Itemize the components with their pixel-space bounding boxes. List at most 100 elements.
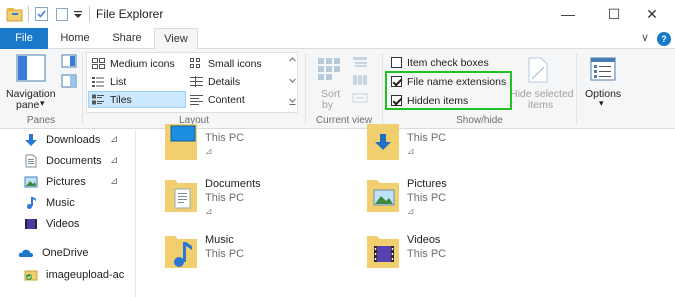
group-separator [82, 53, 83, 125]
layout-medium-icons[interactable]: Medium icons [110, 58, 175, 70]
minimize-button[interactable]: — [545, 0, 591, 28]
tab-share[interactable]: Share [104, 28, 150, 49]
music-note-icon [27, 197, 36, 209]
documents-folder-icon [165, 180, 197, 212]
sidebar-item-pictures[interactable]: Pictures ⊿ [24, 173, 130, 193]
chevron-down-icon: ▾ [40, 98, 45, 108]
folder-tile-desktop[interactable]: This PC ⊿ [163, 116, 353, 164]
file-list: This PC ⊿ This PC ⊿ Documents This PC ⊿ … [137, 124, 675, 297]
download-arrow-icon [25, 134, 37, 146]
group-by-icon[interactable] [352, 56, 368, 68]
videos-folder-icon [367, 236, 399, 268]
synced-folder-icon [24, 270, 38, 281]
options-icon [590, 57, 616, 81]
collapse-ribbon-icon[interactable]: ∨ [638, 28, 652, 49]
sidebar-item-label: Videos [46, 218, 80, 230]
pin-icon: ⊿ [110, 155, 119, 166]
pictures-icon [24, 176, 38, 188]
sidebar-item-documents[interactable]: Documents ⊿ [24, 152, 130, 172]
details-icon [190, 76, 203, 87]
pin-icon: ⊿ [205, 206, 213, 216]
sort-sub-label: by [322, 99, 334, 111]
navigation-pane-label-2: pane [16, 99, 40, 111]
pin-icon: ⊿ [110, 176, 119, 187]
tiles-icon [92, 94, 104, 105]
tab-view[interactable]: View [154, 28, 198, 50]
title-bar: File Explorer — ☐ ✕ [0, 0, 675, 28]
hide-selected-items-icon [528, 57, 548, 83]
sidebar-item-music[interactable]: Music [24, 194, 130, 214]
tile-name: Videos [407, 234, 441, 246]
list-icon [92, 77, 104, 87]
folder-tile-documents[interactable]: Documents This PC ⊿ [163, 176, 353, 224]
tab-home[interactable]: Home [52, 28, 98, 49]
properties-icon[interactable] [34, 5, 50, 23]
layout-scroll-arrows[interactable] [288, 55, 297, 111]
pin-icon: ⊿ [407, 206, 415, 216]
item-check-boxes-checkbox[interactable] [391, 57, 402, 68]
details-pane-icon[interactable] [61, 74, 77, 88]
layout-tiles[interactable]: Tiles [110, 94, 132, 106]
layout-small-icons[interactable]: Small icons [208, 58, 262, 70]
panes-group-label: Panes [26, 115, 56, 126]
close-button[interactable]: ✕ [629, 0, 675, 28]
tile-name: Music [205, 234, 234, 246]
highlight-box [385, 71, 512, 110]
item-check-boxes-label: Item check boxes [407, 57, 489, 69]
folder-tile-videos[interactable]: Videos This PC [365, 232, 555, 280]
add-columns-icon[interactable] [352, 74, 368, 86]
titlebar-separator [28, 6, 29, 22]
sidebar-item-label: Documents [46, 155, 102, 167]
new-folder-icon[interactable] [54, 5, 70, 23]
sidebar-item-label: Downloads [46, 134, 101, 146]
sidebar-item-label: imageupload-ac [46, 269, 125, 281]
music-folder-icon [165, 236, 197, 268]
folder-tile-downloads[interactable]: This PC ⊿ [365, 116, 555, 164]
medium-icons-icon [92, 58, 105, 69]
size-columns-icon[interactable] [352, 92, 368, 104]
sidebar-item-label: OneDrive [42, 247, 89, 259]
tile-location: This PC [407, 248, 447, 260]
navigation-pane: Downloads ⊿ Documents ⊿ Pictures ⊿ Music… [0, 130, 130, 297]
maximize-icon: ☐ [607, 5, 621, 22]
downloads-folder-icon [367, 124, 399, 160]
tile-location: This PC [407, 192, 447, 204]
onedrive-cloud-icon [18, 249, 33, 257]
sidebar-item-videos[interactable]: Videos [24, 215, 130, 235]
tile-location: This PC [407, 132, 447, 144]
document-icon [25, 154, 37, 168]
customize-quick-access-icon[interactable] [72, 5, 84, 23]
minimize-icon: — [561, 6, 575, 22]
folder-tile-music[interactable]: Music This PC [163, 232, 353, 280]
chevron-down-icon: ▾ [599, 98, 604, 108]
tile-location: This PC [205, 248, 245, 260]
tab-file[interactable]: File [0, 28, 48, 49]
layout-list[interactable]: List [110, 76, 126, 88]
layout-content[interactable]: Content [208, 94, 245, 106]
pictures-folder-icon [367, 180, 399, 212]
tile-location: This PC [205, 192, 245, 204]
tile-name: Documents [205, 178, 261, 190]
tile-location: This PC [205, 132, 245, 144]
sidebar-item-downloads[interactable]: Downloads ⊿ [24, 131, 130, 151]
preview-pane-icon[interactable] [61, 54, 77, 68]
layout-details[interactable]: Details [208, 76, 240, 88]
folder-tile-pictures[interactable]: Pictures This PC ⊿ [365, 176, 555, 224]
desktop-folder-icon [165, 124, 197, 160]
sidebar-item-onedrive[interactable]: OneDrive [4, 244, 130, 264]
file-explorer-icon [6, 8, 23, 22]
sort-by-icon [318, 58, 340, 80]
pin-icon: ⊿ [205, 146, 213, 156]
sidebar-item-imageupload[interactable]: imageupload-ac [24, 266, 130, 286]
ribbon-tabs: File Home Share View ∨ ? [0, 28, 675, 50]
sidebar-item-label: Music [46, 197, 75, 209]
small-icons-icon [190, 58, 200, 68]
help-icon[interactable]: ? [657, 32, 671, 46]
content-icon [190, 95, 203, 105]
pane-divider [135, 130, 136, 297]
titlebar-separator [89, 6, 90, 22]
window-title: File Explorer [96, 7, 164, 21]
navigation-pane-icon [16, 54, 46, 82]
pin-icon: ⊿ [110, 134, 119, 145]
close-icon: ✕ [646, 5, 658, 22]
